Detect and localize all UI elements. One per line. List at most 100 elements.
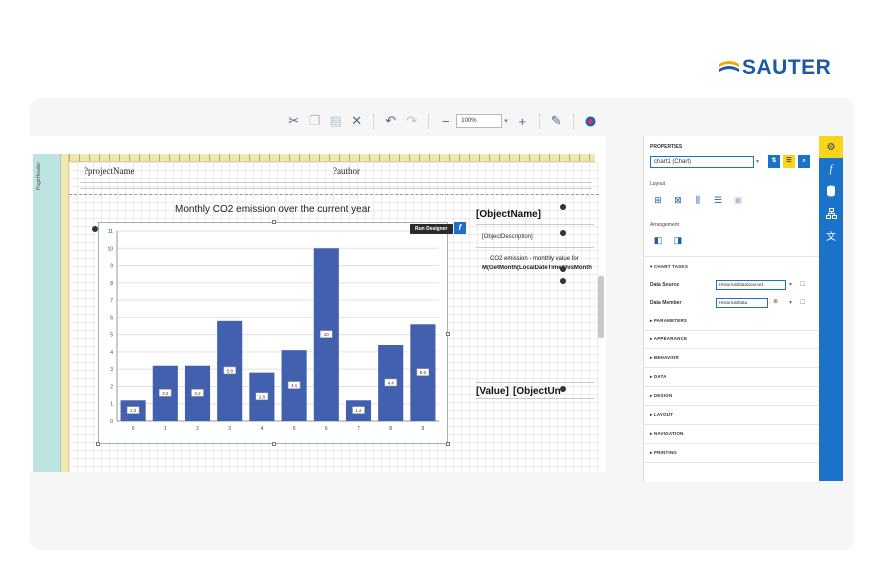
bar-chart: 0 1 2 3 4 5 6 7 8 9 10 11 1.2 0 3.2 1 3.2 2 5.8 3 2.8 4 4.1 5 10… [107, 229, 439, 432]
toolbar-divider [428, 113, 430, 129]
resize-handle[interactable] [96, 442, 100, 446]
fit-icon[interactable]: ▣ [732, 194, 744, 206]
field-line [476, 382, 594, 383]
zoom-dropdown-icon[interactable]: ▾ [504, 117, 508, 125]
chart-tasks-header[interactable]: ▾ CHART TASKS [650, 264, 688, 270]
vertical-scrollbar[interactable] [598, 276, 604, 338]
expand-icon[interactable]: ☐ [800, 281, 805, 288]
co2-expression[interactable]: M(GetMonth(LocalDateTimeThisMonth [482, 265, 594, 271]
x-tick-label: 4 [261, 426, 264, 432]
localization-tab[interactable]: 文 [819, 224, 843, 246]
resize-handle[interactable] [272, 220, 276, 224]
redo-icon[interactable]: ↷ [402, 112, 421, 131]
data-source-field[interactable]: HistoricalDataSource1 [716, 280, 786, 290]
anchor-dot[interactable] [560, 278, 566, 284]
data-source-label: Data Source [650, 282, 680, 288]
value-field[interactable]: [Value] [476, 386, 509, 397]
sort-icon[interactable]: ⇅ [768, 155, 780, 168]
arrangement-label: Arrangement [650, 222, 679, 228]
y-tick-label: 11 [108, 229, 113, 235]
function-tab[interactable]: f [819, 158, 843, 180]
component-selector[interactable]: chart1 (Chart) [650, 156, 754, 168]
x-tick-label: 9 [422, 426, 425, 432]
categorize-icon[interactable]: ☰ [783, 155, 795, 168]
paste-icon[interactable]: ▤ [326, 112, 345, 131]
anchor-dot[interactable] [92, 226, 98, 232]
zoom-in-icon[interactable]: + [513, 112, 532, 131]
object-description-field[interactable]: [ObjectDescription] [482, 234, 533, 240]
category-design[interactable]: ▸ DESIGN [650, 393, 672, 399]
anchor-dot[interactable] [560, 230, 566, 236]
band-label: PageHeader [36, 162, 42, 191]
toolbar-divider [572, 113, 574, 129]
sauter-wave-icon [719, 61, 739, 72]
validate-icon[interactable]: ✎ [547, 112, 566, 131]
search-icon[interactable]: ⌕ [798, 155, 810, 168]
anchor-dot[interactable] [560, 386, 566, 392]
vertical-ruler [61, 154, 69, 472]
side-tab-bar: ⚙ f 文 [819, 136, 843, 481]
run-designer-button[interactable]: Run Designer [410, 224, 453, 234]
database-tab[interactable] [819, 180, 843, 202]
center-horizontal-icon[interactable]: ⫼ [692, 194, 704, 206]
category-data[interactable]: ▸ DATA [650, 374, 667, 380]
delete-icon[interactable]: ✕ [347, 112, 366, 131]
tree-tab[interactable] [819, 202, 843, 224]
chevron-down-icon[interactable]: ▾ [789, 299, 792, 306]
bring-to-front-icon[interactable]: ◧ [652, 234, 664, 246]
center-vertical-icon[interactable]: ☰ [712, 194, 724, 206]
author-field[interactable]: ?author [333, 166, 360, 176]
help-icon[interactable] [581, 112, 600, 131]
data-member-field[interactable]: HistoricalData [716, 298, 768, 308]
database-icon [827, 185, 835, 197]
resize-handle[interactable] [446, 442, 450, 446]
size-to-grid-icon[interactable]: ⊠ [672, 194, 684, 206]
zoom-input[interactable]: 100% [456, 114, 503, 128]
resize-handle[interactable] [446, 332, 450, 336]
copy-icon[interactable]: ❐ [305, 112, 324, 131]
anchor-dot[interactable] [560, 266, 566, 272]
x-tick-label: 2 [196, 426, 199, 432]
project-name-field[interactable]: ?projectName [84, 166, 134, 176]
header-line [80, 182, 592, 183]
cut-icon[interactable]: ✂ [284, 112, 303, 131]
sauter-logo: SAUTER [718, 56, 831, 80]
undo-icon[interactable]: ↶ [381, 112, 400, 131]
zoom-out-icon[interactable]: − [436, 112, 455, 131]
resize-handle[interactable] [272, 442, 276, 446]
category-navigation[interactable]: ▸ NAVIGATION [650, 431, 684, 437]
co2-caption[interactable]: CO2 emission - monthly value for [490, 256, 579, 262]
report-design-surface[interactable]: PageHeader ?projectName ?author Monthly … [30, 136, 606, 472]
object-unit-field[interactable]: [ObjectUn [513, 386, 565, 397]
category-printing[interactable]: ▸ PRINTING [650, 450, 677, 456]
divider [644, 367, 820, 368]
data-label: 5.6 [420, 370, 427, 375]
anchor-dot[interactable] [560, 204, 566, 210]
chart-title[interactable]: Monthly CO2 emission over the current ye… [175, 204, 371, 215]
x-tick-label: 5 [293, 426, 296, 432]
expand-icon[interactable]: ☐ [800, 299, 805, 306]
y-tick-label: 7 [110, 298, 113, 304]
x-tick-label: 8 [389, 426, 392, 432]
data-label: 5.8 [227, 369, 234, 374]
tree-icon [825, 207, 837, 219]
send-to-back-icon[interactable]: ◨ [672, 234, 684, 246]
chevron-down-icon[interactable]: ▾ [789, 281, 792, 288]
band-separator [69, 194, 599, 195]
x-tick-label: 6 [325, 426, 328, 432]
chevron-down-icon[interactable]: ▾ [756, 158, 759, 165]
properties-tab[interactable]: ⚙ [819, 136, 843, 158]
align-grid-icon[interactable]: ⊞ [652, 194, 664, 206]
clear-icon[interactable]: ⊗ [773, 298, 778, 305]
category-behavior[interactable]: ▸ BEHAVIOR [650, 355, 679, 361]
expression-button[interactable]: f [454, 222, 466, 234]
category-appearance[interactable]: ▸ APPEARANCE [650, 336, 687, 342]
category-layout[interactable]: ▸ LAYOUT [650, 412, 673, 418]
object-name-field[interactable]: [ObjectName] [476, 209, 541, 220]
header-line [80, 188, 592, 189]
x-tick-label: 0 [132, 426, 135, 432]
field-line [476, 224, 594, 225]
properties-title: PROPERTIES [650, 144, 683, 150]
parameters-category[interactable]: ▸ PARAMETERS [650, 318, 687, 324]
chart-control[interactable]: 0 1 2 3 4 5 6 7 8 9 10 11 1.2 0 3.2 1 3.2 2 5.8 3 2.8 4 4.1 5 10… [98, 222, 448, 444]
